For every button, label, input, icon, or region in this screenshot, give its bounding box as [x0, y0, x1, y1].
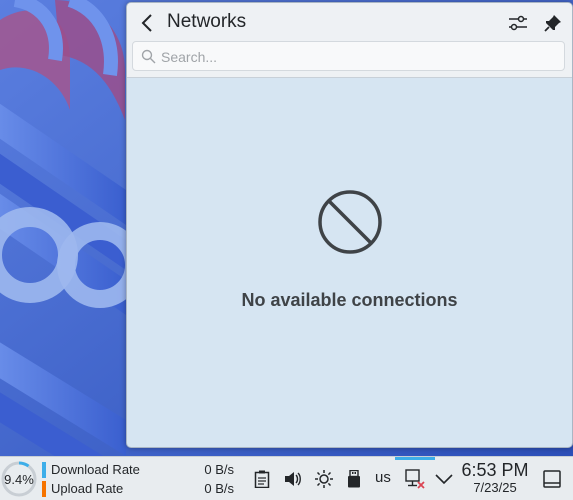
search-input[interactable]	[159, 45, 563, 69]
clipboard-icon	[254, 470, 270, 488]
taskbar: 9.4% Download Rate 0 B/s Upload Rate 0 B…	[0, 456, 573, 500]
show-desktop-button[interactable]	[542, 469, 562, 489]
clock-time: 6:53 PM	[461, 460, 529, 480]
chevron-down-icon	[435, 474, 453, 485]
empty-message: No available connections	[241, 290, 458, 310]
upload-label: Upload Rate	[51, 481, 124, 496]
usb-device-icon	[348, 470, 360, 488]
chevron-left-icon	[141, 14, 152, 32]
volume-button[interactable]	[283, 469, 303, 489]
clipboard-button[interactable]	[252, 469, 272, 489]
show-desktop-icon	[543, 470, 561, 488]
clock-date: 7/23/25	[473, 480, 517, 495]
back-button[interactable]	[135, 9, 159, 37]
digital-clock[interactable]: 6:53 PM 7/23/25	[459, 460, 531, 498]
popup-header: Networks	[127, 3, 572, 78]
expand-tray-button[interactable]	[434, 469, 454, 489]
download-value: 0 B/s	[204, 462, 234, 477]
cpu-load-value: 9.4%	[4, 472, 34, 487]
active-indicator	[395, 457, 435, 460]
cpu-load-widget[interactable]: 9.4%	[0, 459, 38, 499]
pin-button[interactable]	[540, 9, 566, 37]
network-button[interactable]	[405, 469, 425, 489]
download-color-bar	[42, 462, 46, 478]
no-entry-icon	[318, 190, 382, 254]
desktop: Networks Search... No available connecti…	[0, 0, 573, 500]
upload-color-bar	[42, 481, 46, 497]
download-row: Download Rate 0 B/s	[42, 461, 234, 479]
network-monitor[interactable]: Download Rate 0 B/s Upload Rate 0 B/s	[42, 461, 234, 497]
keyboard-layout-button[interactable]: us	[375, 469, 391, 486]
networks-popup: Networks Search... No available connecti…	[126, 2, 573, 448]
sliders-icon	[509, 15, 527, 31]
search-field[interactable]	[132, 41, 565, 71]
sun-icon	[315, 470, 333, 488]
brightness-button[interactable]	[314, 469, 334, 489]
upload-value: 0 B/s	[204, 481, 234, 496]
pin-icon	[544, 15, 561, 32]
search-icon	[141, 49, 156, 64]
download-label: Download Rate	[51, 462, 140, 477]
upload-row: Upload Rate 0 B/s	[42, 480, 234, 498]
configure-button[interactable]	[505, 9, 531, 37]
popup-title: Networks	[167, 11, 247, 32]
speaker-icon	[285, 472, 301, 486]
usb-devices-button[interactable]	[344, 469, 364, 489]
network-disconnected-icon	[405, 469, 425, 489]
